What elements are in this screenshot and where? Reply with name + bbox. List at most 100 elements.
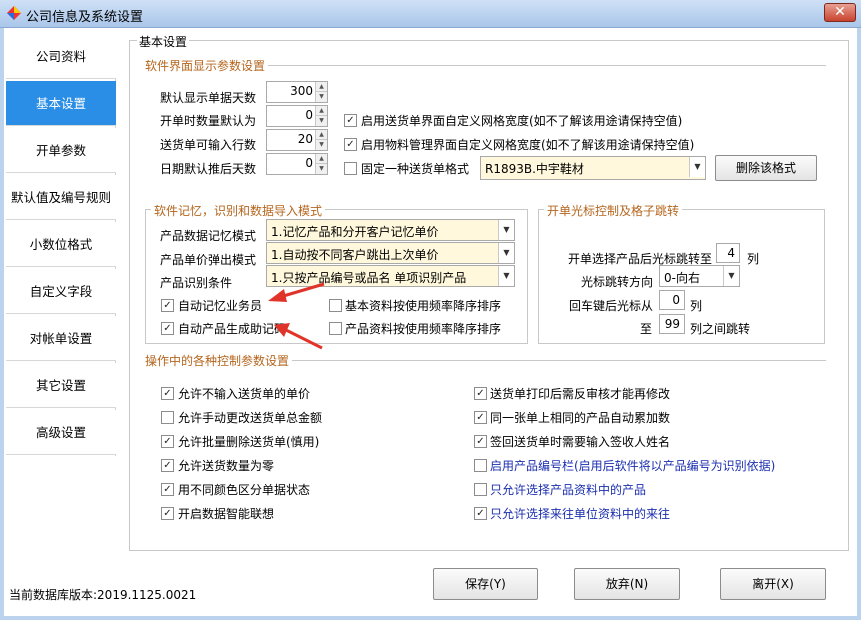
- allow-zero-qty-checkbox[interactable]: ✓: [161, 459, 174, 472]
- window-frame-bottom: [0, 616, 861, 620]
- db-version-text: 当前数据库版本:2019.1125.0021: [9, 588, 197, 602]
- basic-sort-checkbox[interactable]: [329, 299, 342, 312]
- only-product-list-label: 只允许选择产品资料中的产品: [490, 483, 647, 497]
- only-partner-list-checkbox[interactable]: ✓: [474, 507, 487, 520]
- color-status-label: 用不同颜色区分单据状态: [178, 483, 311, 497]
- remember-salesman-label: 自动记忆业务员: [178, 299, 263, 313]
- allow-batch-delete-checkbox[interactable]: ✓: [161, 435, 174, 448]
- spin-up-icon[interactable]: ▲: [316, 106, 327, 116]
- allow-batch-delete-label: 允许批量删除送货单(慎用): [178, 435, 320, 449]
- default-qty-spinner[interactable]: 0 ▲ ▼: [266, 105, 328, 127]
- remember-salesman-checkbox[interactable]: ✓: [161, 299, 174, 312]
- title-bar: 公司信息及系统设置 ✕: [0, 0, 861, 28]
- spin-down-icon[interactable]: ▼: [316, 140, 327, 150]
- allow-no-price-label: 允许不输入送货单的单价: [178, 387, 311, 401]
- enter-to-input[interactable]: 99: [659, 314, 685, 334]
- close-button[interactable]: ✕: [824, 3, 856, 22]
- price-popup-select[interactable]: 1.自动按不同客户跳出上次单价 ▼: [266, 242, 515, 264]
- memory-mode-label: 产品数据记忆模式: [160, 229, 257, 243]
- sidebar-item-basic-settings[interactable]: 基本设置: [6, 81, 116, 126]
- default-days-label: 默认显示单据天数: [160, 91, 257, 105]
- product-sort-checkbox[interactable]: [329, 322, 342, 335]
- memory-mode-select[interactable]: 1.记忆产品和分开客户记忆单价 ▼: [266, 219, 515, 241]
- reaudit-after-print-label: 送货单打印后需反审核才能再修改: [490, 387, 671, 401]
- basic-sort-label: 基本资料按使用频率降序排序: [345, 299, 502, 313]
- spin-down-icon[interactable]: ▼: [316, 116, 327, 126]
- cursor-section-title: 开单光标控制及格子跳转: [544, 202, 683, 219]
- allow-edit-total-checkbox[interactable]: [161, 411, 174, 424]
- smart-suggest-checkbox[interactable]: ✓: [161, 507, 174, 520]
- row-count-spinner[interactable]: 20 ▲ ▼: [266, 129, 328, 151]
- enter-to-label: 至: [640, 322, 653, 336]
- cursor-direction-label: 光标跳转方向: [581, 275, 654, 289]
- format-select[interactable]: R1893B.中宇鞋材 ▼: [480, 156, 706, 180]
- enter-to-unit: 列之间跳转: [690, 322, 751, 336]
- panel-title: 基本设置: [137, 33, 190, 50]
- sidebar-item-advanced[interactable]: 高级设置: [6, 410, 116, 455]
- reaudit-after-print-checkbox[interactable]: ✓: [474, 387, 487, 400]
- spin-down-icon[interactable]: ▼: [316, 164, 327, 174]
- discard-button[interactable]: 放弃(N): [574, 568, 680, 600]
- spinner-arrows: ▲ ▼: [315, 130, 327, 150]
- auto-accumulate-checkbox[interactable]: ✓: [474, 411, 487, 424]
- sidebar-item-company[interactable]: 公司资料: [6, 34, 116, 79]
- delivery-grid-width-checkbox[interactable]: ✓: [344, 114, 357, 127]
- date-delay-spinner[interactable]: 0 ▲ ▼: [266, 153, 328, 175]
- format-select-value: R1893B.中宇鞋材: [485, 162, 584, 176]
- spin-up-icon[interactable]: ▲: [316, 82, 327, 92]
- material-grid-width-checkbox[interactable]: ✓: [344, 138, 357, 151]
- control-section-title: 操作中的各种控制参数设置: [142, 352, 293, 369]
- sidebar: 公司资料 基本设置 开单参数 默认值及编号规则 小数位格式 自定义字段 对帐单设…: [6, 34, 116, 456]
- sidebar-item-order-params[interactable]: 开单参数: [6, 128, 116, 173]
- date-delay-value: 0: [305, 156, 313, 170]
- enter-from-input[interactable]: 0: [659, 290, 685, 310]
- spinner-arrows: ▲ ▼: [315, 106, 327, 126]
- product-code-column-checkbox[interactable]: [474, 459, 487, 472]
- product-sort-label: 产品资料按使用频率降序排序: [345, 322, 502, 336]
- app-logo-icon: [7, 6, 21, 20]
- red-arrow-annotation-icon: [268, 282, 325, 350]
- spinner-arrows: ▲ ▼: [315, 154, 327, 174]
- delete-format-button[interactable]: 删除该格式: [715, 155, 817, 181]
- only-product-list-checkbox[interactable]: [474, 483, 487, 496]
- cursor-direction-value: 0-向右: [664, 271, 700, 285]
- signer-name-checkbox[interactable]: ✓: [474, 435, 487, 448]
- sidebar-item-decimal-format[interactable]: 小数位格式: [6, 222, 116, 267]
- price-popup-value: 1.自动按不同客户跳出上次单价: [271, 248, 439, 262]
- row-count-label: 送货单可输入行数: [160, 138, 257, 152]
- sidebar-item-statement[interactable]: 对帐单设置: [6, 316, 116, 361]
- save-button[interactable]: 保存(Y): [433, 568, 538, 600]
- fixed-format-label: 固定一种送货单格式: [361, 162, 470, 176]
- chevron-down-icon[interactable]: ▼: [498, 220, 514, 240]
- default-days-value: 300: [290, 84, 313, 98]
- identify-condition-label: 产品识别条件: [160, 276, 233, 290]
- only-partner-list-label: 只允许选择来往单位资料中的来往: [490, 507, 671, 521]
- smart-suggest-label: 开启数据智能联想: [178, 507, 275, 521]
- sidebar-item-other[interactable]: 其它设置: [6, 363, 116, 408]
- enter-from-unit: 列: [690, 299, 703, 313]
- window-title: 公司信息及系统设置: [26, 10, 144, 25]
- sidebar-item-defaults-numbering[interactable]: 默认值及编号规则: [6, 175, 116, 220]
- spin-up-icon[interactable]: ▲: [316, 130, 327, 140]
- default-days-spinner[interactable]: 300 ▲ ▼: [266, 81, 328, 103]
- allow-no-price-checkbox[interactable]: ✓: [161, 387, 174, 400]
- auto-mnemonic-checkbox[interactable]: ✓: [161, 322, 174, 335]
- material-grid-width-label: 启用物料管理界面自定义网格宽度(如不了解该用途请保持空值): [361, 138, 695, 152]
- enter-from-label: 回车键后光标从: [569, 299, 654, 313]
- chevron-down-icon[interactable]: ▼: [498, 266, 514, 286]
- chevron-down-icon[interactable]: ▼: [498, 243, 514, 263]
- allow-edit-total-label: 允许手动更改送货单总金额: [178, 411, 323, 425]
- default-qty-value: 0: [305, 108, 313, 122]
- color-status-checkbox[interactable]: ✓: [161, 483, 174, 496]
- row-count-value: 20: [297, 132, 313, 146]
- sidebar-item-custom-fields[interactable]: 自定义字段: [6, 269, 116, 314]
- fixed-format-checkbox[interactable]: [344, 162, 357, 175]
- cursor-jump-input[interactable]: 4: [716, 243, 740, 263]
- spin-up-icon[interactable]: ▲: [316, 154, 327, 164]
- chevron-down-icon[interactable]: ▼: [689, 157, 705, 177]
- auto-accumulate-label: 同一张单上相同的产品自动累加数: [490, 411, 671, 425]
- exit-button[interactable]: 离开(X): [720, 568, 826, 600]
- chevron-down-icon[interactable]: ▼: [723, 266, 739, 286]
- cursor-direction-select[interactable]: 0-向右 ▼: [659, 265, 740, 287]
- spin-down-icon[interactable]: ▼: [316, 92, 327, 102]
